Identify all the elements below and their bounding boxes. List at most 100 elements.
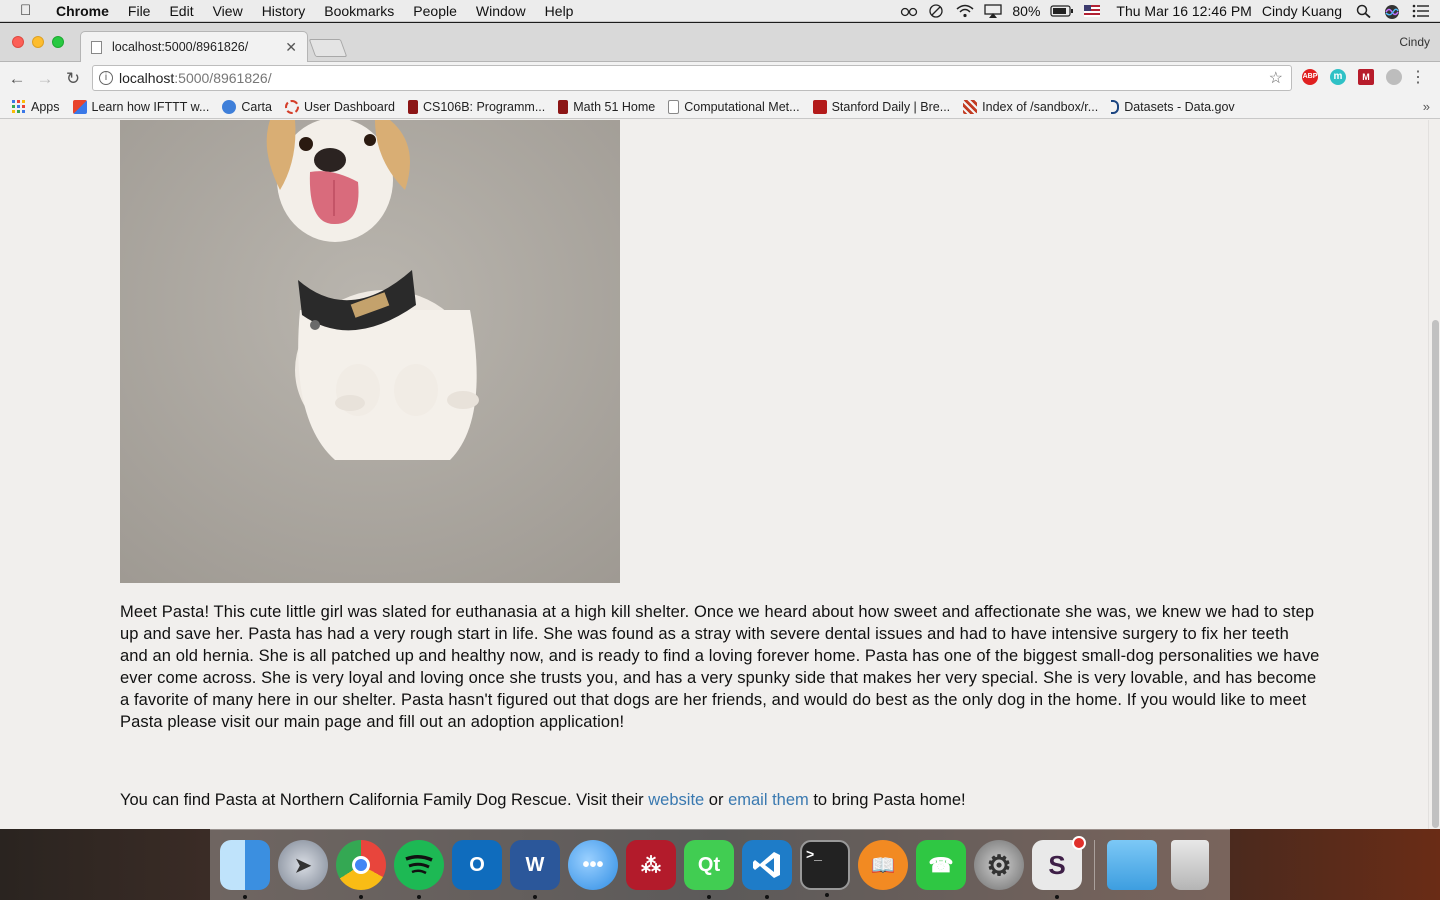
bookmark-label: Stanford Daily | Bre...	[831, 99, 951, 114]
mendeley-icon[interactable]: ⁂	[626, 840, 676, 890]
bookmark-star-icon[interactable]: ☆	[1269, 68, 1283, 88]
menu-window[interactable]: Window	[476, 3, 526, 19]
ifttt-icon	[72, 99, 87, 114]
trash-icon[interactable]	[1171, 840, 1209, 890]
menu-edit[interactable]: Edit	[169, 3, 193, 19]
do-not-disturb-icon[interactable]	[928, 4, 946, 18]
chrome-icon[interactable]	[336, 840, 386, 899]
reload-icon[interactable]: ↻	[62, 69, 84, 89]
find-or: or	[704, 791, 729, 809]
scrollbar-thumb[interactable]	[1432, 320, 1439, 828]
facetime-icon[interactable]: ☎	[916, 840, 966, 890]
system-preferences-icon[interactable]: ⚙	[974, 840, 1024, 890]
bookmarks-overflow-icon[interactable]: »	[1423, 99, 1430, 114]
stanford-daily-icon	[812, 99, 827, 114]
spotlight-search-icon[interactable]	[1356, 4, 1374, 19]
menu-people[interactable]: People	[413, 3, 457, 19]
menu-app-name[interactable]: Chrome	[56, 3, 109, 19]
menu-file[interactable]: File	[128, 3, 151, 19]
close-window-button[interactable]	[12, 36, 24, 48]
terminal-icon[interactable]: >_	[800, 840, 850, 897]
qt-icon[interactable]: Qt	[684, 840, 734, 899]
momentum-extension-icon[interactable]: m	[1330, 69, 1346, 85]
bookmark-cs106b[interactable]: CS106B: Programm...	[407, 99, 545, 114]
menu-view[interactable]: View	[213, 3, 243, 19]
launchpad-icon[interactable]: ➤	[278, 840, 328, 890]
menu-bookmarks[interactable]: Bookmarks	[324, 3, 394, 19]
running-indicator	[243, 895, 247, 899]
dock-separator	[1094, 840, 1095, 890]
email-link[interactable]: email them	[728, 791, 809, 809]
find-prefix: You can find Pasta at Northern Californi…	[120, 791, 649, 809]
bookmark-index-sandbox[interactable]: Index of /sandbox/r...	[963, 99, 1098, 114]
wifi-icon[interactable]	[956, 4, 974, 18]
word-icon[interactable]: W	[510, 840, 560, 899]
tab-strip: localhost:5000/8961826/ ✕ Cindy	[0, 23, 1440, 62]
slack-icon[interactable]: S	[1032, 836, 1086, 899]
vscode-icon[interactable]	[742, 840, 792, 899]
airplay-icon[interactable]	[984, 4, 1003, 18]
minimize-window-button[interactable]	[32, 36, 44, 48]
dashboard-icon	[284, 99, 299, 114]
terminal-prompt: >_	[806, 846, 822, 862]
index-icon	[963, 99, 978, 114]
chrome-window: localhost:5000/8961826/ ✕ Cindy ← → ↻ i …	[0, 23, 1440, 829]
bookmark-label: Computational Met...	[684, 99, 800, 114]
apple-menu-icon[interactable]: 	[20, 2, 38, 19]
profile-button[interactable]: Cindy	[1399, 35, 1430, 49]
tab-close-icon[interactable]: ✕	[285, 39, 297, 56]
browser-toolbar: ← → ↻ i localhost:5000/8961826/ ☆ ABP m …	[0, 62, 1440, 95]
find-pasta-text: You can find Pasta at Northern Californi…	[120, 789, 1320, 811]
battery-icon[interactable]	[1050, 4, 1074, 18]
menu-clock[interactable]: Thu Mar 16 12:46 PM	[1116, 3, 1251, 19]
stanford-icon	[407, 99, 418, 114]
outlook-icon[interactable]: O	[452, 840, 502, 890]
bookmark-datagov[interactable]: Datasets - Data.gov	[1111, 99, 1235, 114]
bookmark-apps[interactable]: Apps	[12, 99, 60, 114]
downloads-folder-icon[interactable]	[1107, 840, 1157, 890]
bookmark-carta[interactable]: Carta	[222, 99, 272, 114]
bookmark-stanford-daily[interactable]: Stanford Daily | Bre...	[812, 99, 951, 114]
page-content: Meet Pasta! This cute little girl was sl…	[0, 120, 1428, 829]
adblock-plus-icon[interactable]: ABP	[1302, 69, 1318, 85]
tab-active[interactable]: localhost:5000/8961826/ ✕	[80, 31, 308, 62]
mendeley-extension-icon[interactable]: M	[1358, 69, 1374, 85]
macos-menu-bar:  Chrome File Edit View History Bookmark…	[0, 0, 1440, 22]
zoom-window-button[interactable]	[52, 36, 64, 48]
shield-extension-icon[interactable]	[1386, 69, 1402, 85]
chrome-menu-icon[interactable]: ⋮	[1410, 67, 1426, 87]
bookmark-math51[interactable]: Math 51 Home	[558, 99, 655, 114]
site-info-icon[interactable]: i	[99, 71, 113, 85]
datagov-icon	[1111, 99, 1120, 114]
bookmark-computational-methods[interactable]: Computational Met...	[668, 99, 800, 114]
qt-label: Qt	[697, 853, 721, 876]
notification-badge	[1072, 836, 1086, 850]
bookmark-user-dashboard[interactable]: User Dashboard	[284, 99, 395, 114]
siri-icon[interactable]	[1384, 4, 1402, 19]
bookmark-label: Datasets - Data.gov	[1124, 99, 1235, 114]
stanford-icon	[558, 99, 569, 114]
running-indicator	[359, 895, 363, 899]
new-tab-button[interactable]	[308, 39, 348, 57]
slack-letter: S	[1048, 849, 1066, 880]
address-bar[interactable]: i localhost:5000/8961826/ ☆	[92, 65, 1292, 91]
glasses-icon[interactable]	[900, 4, 918, 18]
running-indicator	[1055, 895, 1059, 899]
us-flag-icon[interactable]	[1084, 4, 1101, 18]
forward-arrow-icon[interactable]: →	[34, 69, 56, 89]
menu-user-name[interactable]: Cindy Kuang	[1262, 3, 1342, 19]
ibooks-icon[interactable]: 📖	[858, 840, 908, 890]
page-scrollbar[interactable]	[1428, 120, 1440, 829]
back-arrow-icon[interactable]: ←	[6, 69, 28, 89]
bookmark-ifttt[interactable]: Learn how IFTTT w...	[72, 99, 210, 114]
menu-help[interactable]: Help	[545, 3, 574, 19]
bookmark-label: Learn how IFTTT w...	[91, 99, 210, 114]
url-host: localhost	[119, 70, 175, 86]
messages-icon[interactable]: •••	[568, 840, 618, 890]
menu-history[interactable]: History	[262, 3, 306, 19]
spotify-icon[interactable]	[394, 840, 444, 899]
notification-center-icon[interactable]	[1412, 4, 1430, 18]
dog-description: Meet Pasta! This cute little girl was sl…	[120, 603, 1320, 731]
finder-icon[interactable]	[220, 840, 270, 899]
website-link[interactable]: website	[648, 791, 704, 809]
